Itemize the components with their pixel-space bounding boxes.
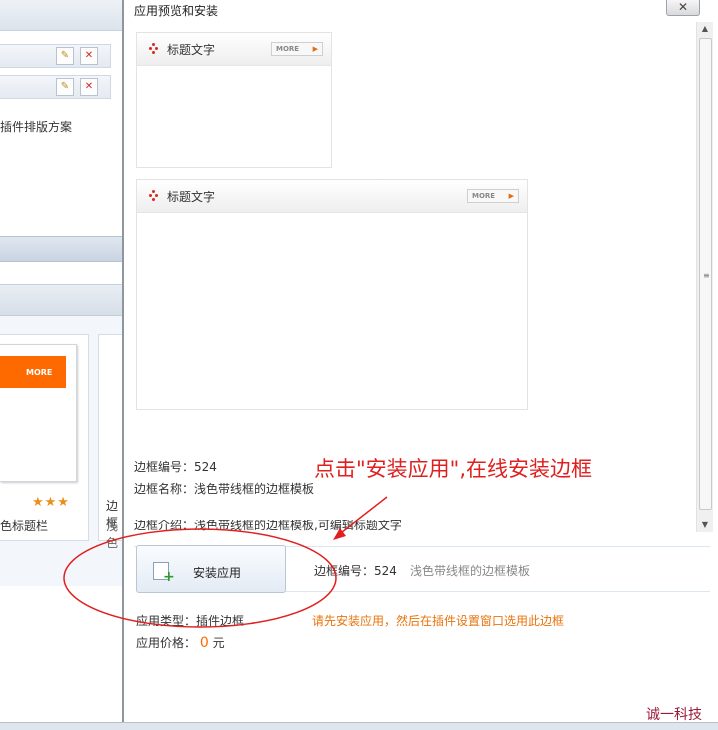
annotation-overlay [63, 496, 388, 628]
annotation-ellipse [63, 528, 337, 628]
watermark: 诚一科技 [646, 707, 702, 723]
annotation-arrow-line [336, 496, 388, 537]
